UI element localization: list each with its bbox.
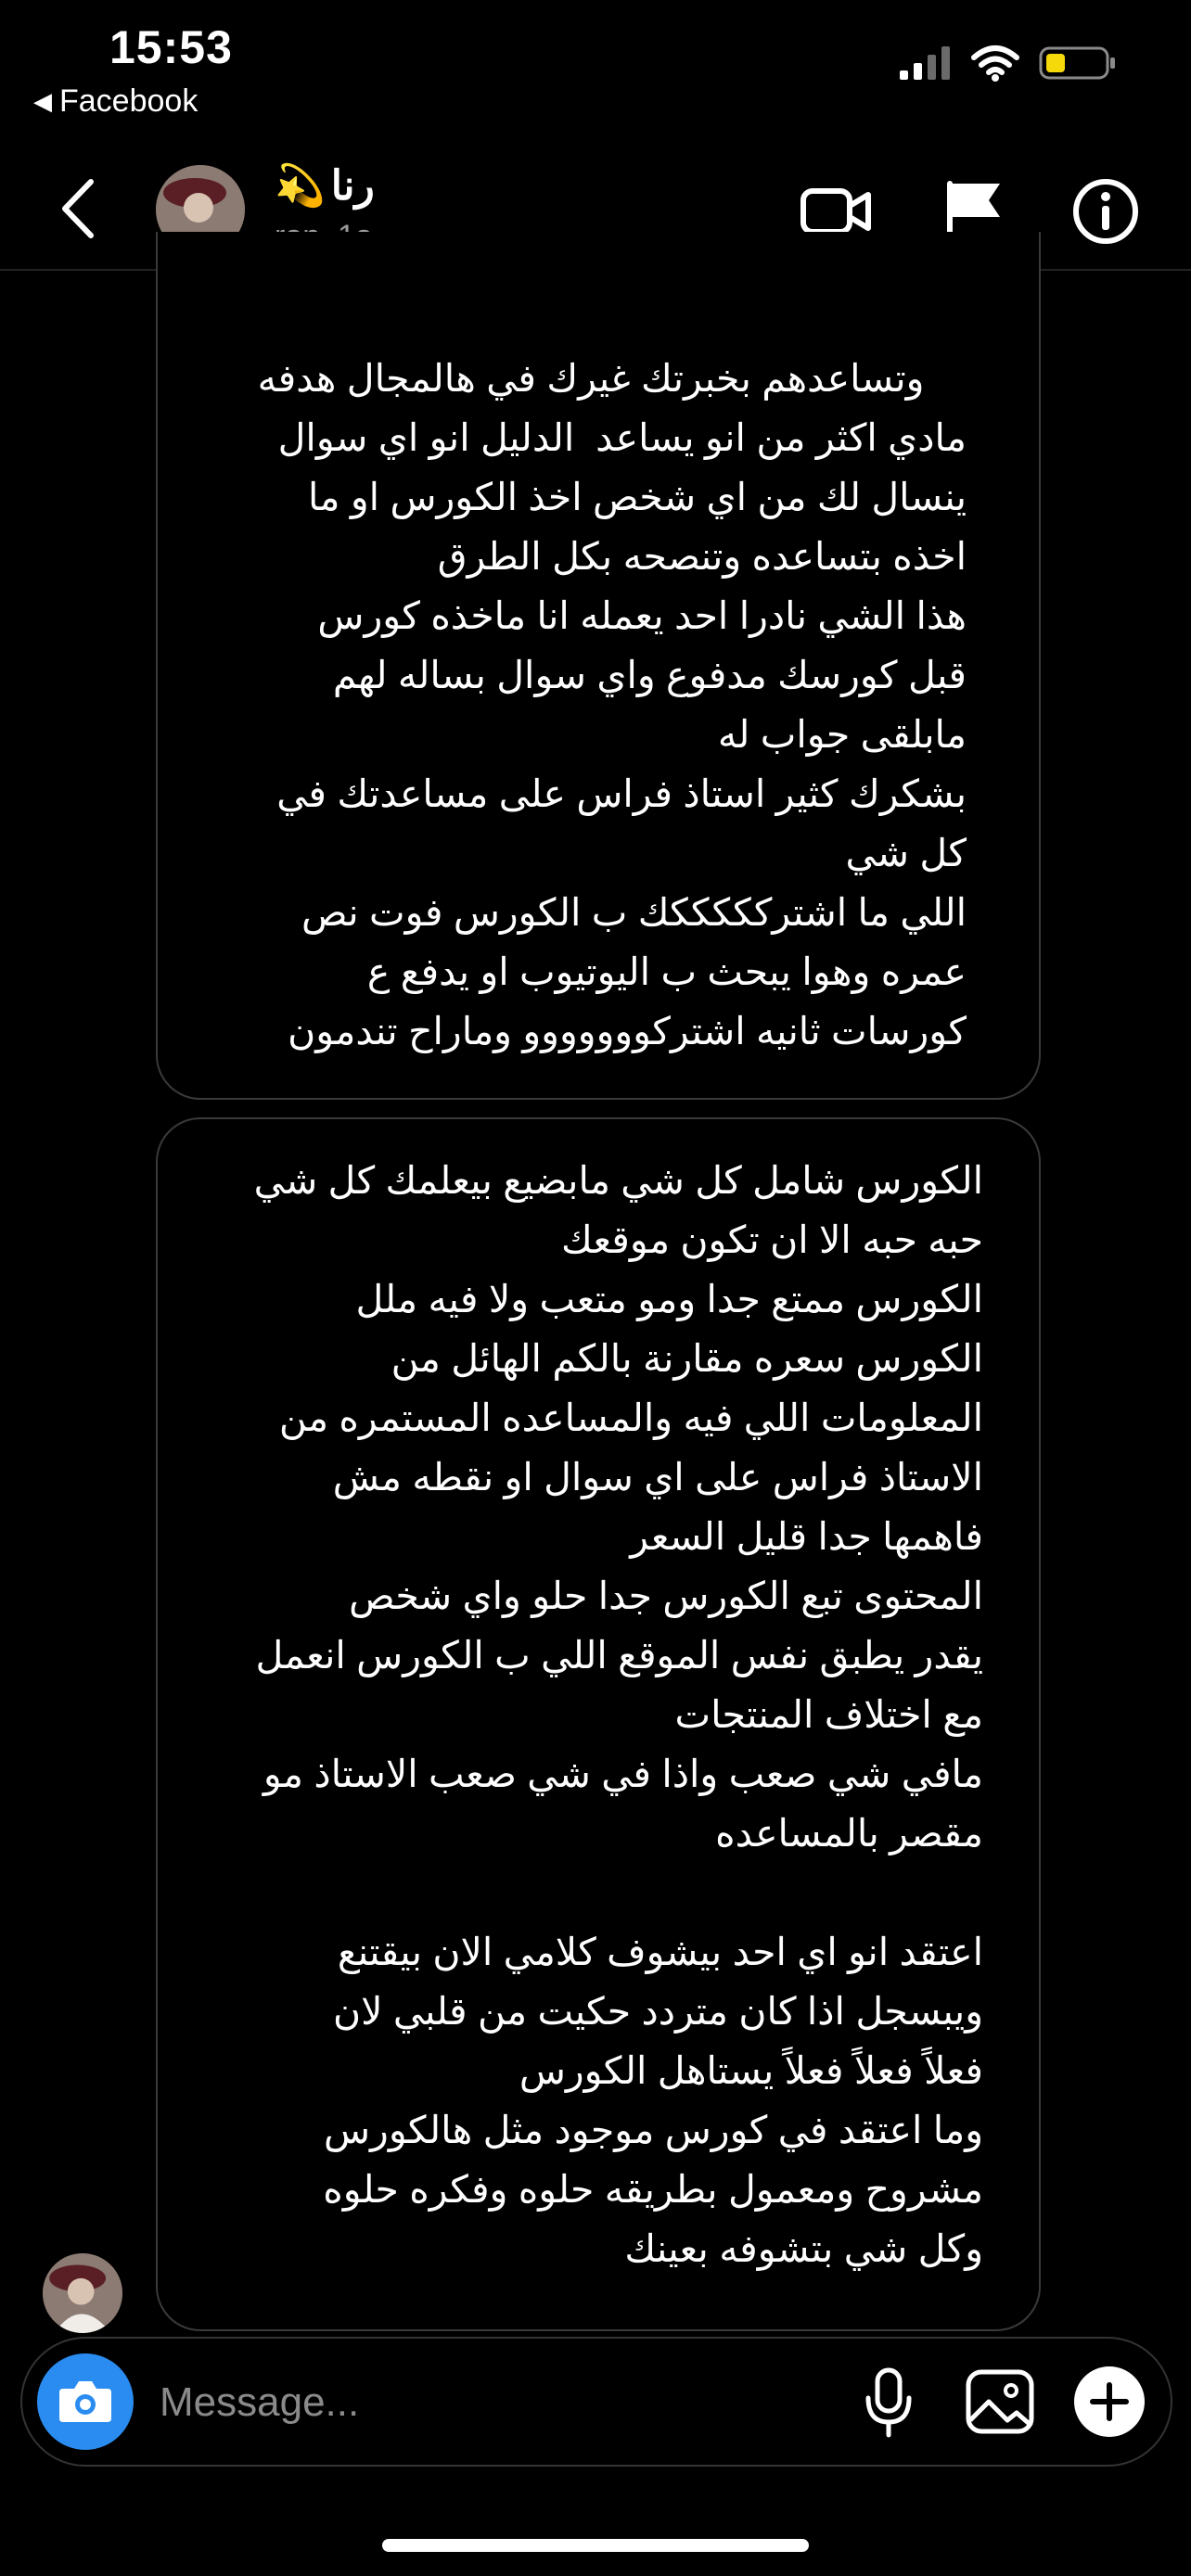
sender-avatar[interactable] [43,2253,122,2333]
wifi-icon [971,45,1019,82]
name-emoji: 💫 [275,163,326,209]
camera-button[interactable] [37,2353,134,2450]
message-composer [20,2337,1172,2467]
camera-icon [59,2381,111,2422]
avatar-image [43,2253,122,2333]
message-bubble[interactable]: وتساعدهم بخبرتك غيرك في هالمجال هدفه ماد… [156,232,1041,1174]
message-input[interactable] [158,2368,718,2437]
message-text-body: وتساعدهم بخبرتك غيرك في هالمجال هدفه ماد… [257,357,967,1052]
home-indicator[interactable] [382,2539,809,2552]
back-triangle-icon: ◀ [33,87,52,115]
status-bar: 15:53 ◀ Facebook [0,0,1191,139]
back-app-label: Facebook [59,83,198,119]
battery-low-icon [1039,46,1115,80]
message-text: الكورس شامل كل شي مابضيع بيعلمك كل شي حب… [253,1159,983,2270]
contact-name[interactable]: 💫 رنا [275,161,375,210]
plus-icon[interactable] [1069,2361,1150,2442]
microphone-icon[interactable] [848,2361,929,2442]
cellular-signal-icon [900,46,950,80]
image-icon[interactable] [959,2361,1041,2442]
status-time: 15:53 [109,21,233,73]
info-icon[interactable] [1069,174,1143,249]
name-text: رنا [330,162,375,209]
chevron-left-icon[interactable] [56,176,102,241]
message-bubble[interactable]: الكورس شامل كل شي مابضيع بيعلمك كل شي حب… [156,1117,1041,2331]
status-icons [900,45,1117,82]
back-to-app-link[interactable]: ◀ Facebook [33,83,198,120]
